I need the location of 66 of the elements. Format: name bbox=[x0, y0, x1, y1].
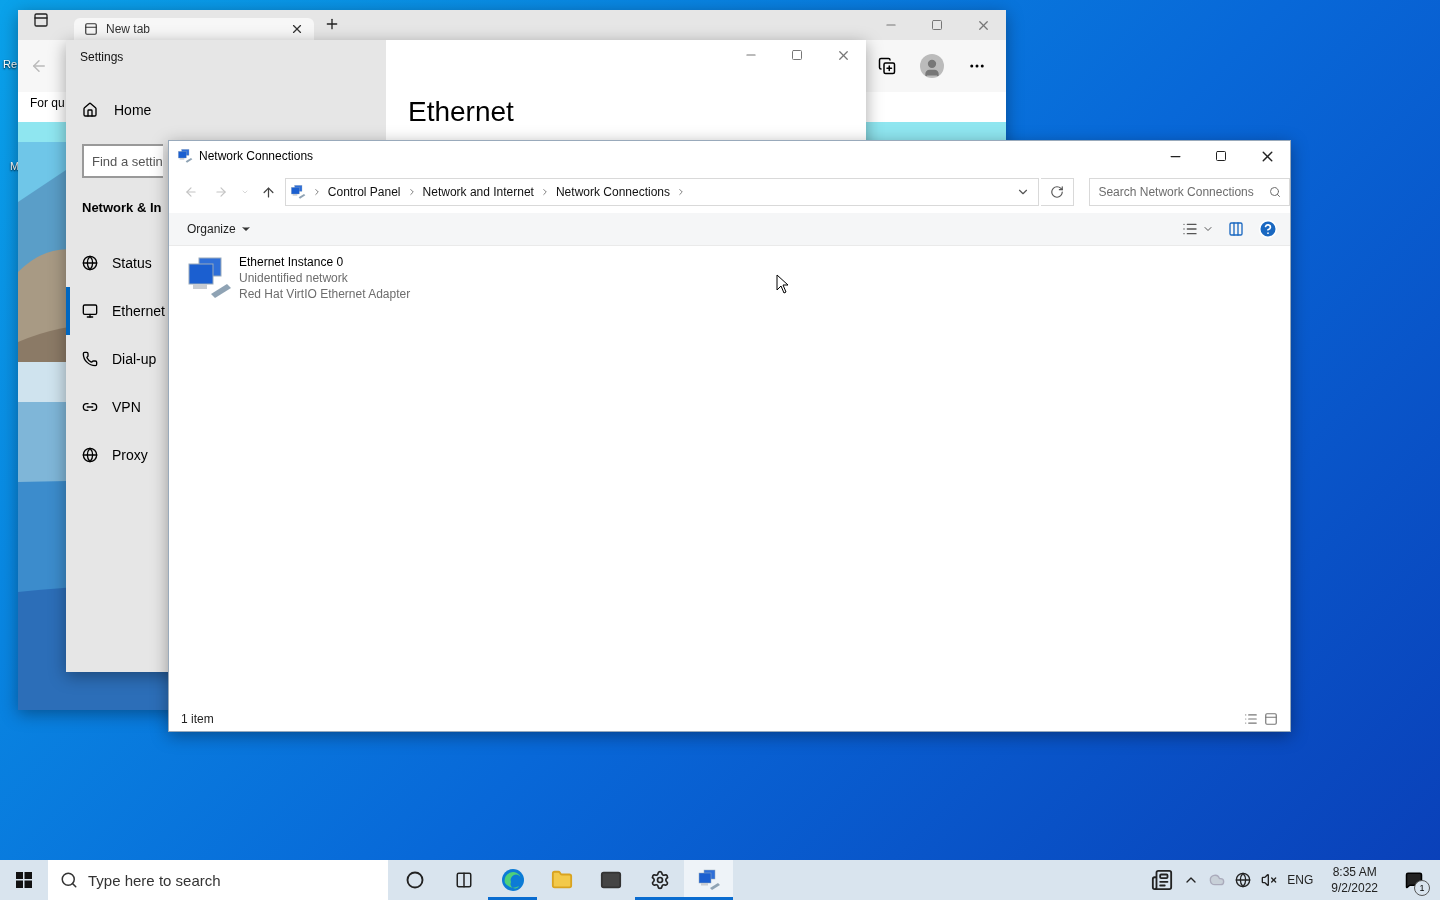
adapter-name: Red Hat VirtIO Ethernet Adapter bbox=[239, 286, 411, 302]
monitor-icon bbox=[82, 303, 98, 319]
breadcrumb-item[interactable]: Network and Internet bbox=[422, 185, 534, 199]
tab-title: New tab bbox=[106, 22, 151, 36]
globe-icon[interactable] bbox=[1235, 872, 1252, 888]
chevron-icon[interactable] bbox=[676, 187, 686, 197]
tiles-view-icon[interactable] bbox=[1264, 712, 1278, 726]
search-icon bbox=[1269, 186, 1282, 198]
globe-icon bbox=[82, 255, 98, 271]
preview-pane-icon[interactable] bbox=[1228, 221, 1244, 237]
window-title: Network Connections bbox=[199, 149, 314, 163]
desktop-icon-label: Re bbox=[3, 58, 18, 70]
home-icon bbox=[82, 102, 98, 118]
task-view-icon bbox=[454, 871, 473, 889]
page-icon bbox=[84, 22, 98, 36]
collections-icon[interactable] bbox=[878, 57, 896, 75]
news-icon[interactable] bbox=[1151, 869, 1174, 891]
nav-item[interactable]: Ethernet bbox=[66, 287, 165, 335]
search-icon bbox=[60, 871, 78, 889]
section-heading: Network & In bbox=[82, 200, 162, 215]
window-title: Settings bbox=[79, 49, 125, 66]
connection-name[interactable]: Ethernet Instance 0 bbox=[239, 254, 411, 270]
language-indicator[interactable]: ENG bbox=[1287, 873, 1314, 887]
search-field[interactable]: Type here to search bbox=[48, 860, 388, 900]
mouse-pointer-icon bbox=[776, 274, 790, 294]
nav-item[interactable]: Status bbox=[66, 239, 152, 287]
view-options-icon[interactable] bbox=[1182, 221, 1198, 237]
network-window-icon bbox=[696, 868, 721, 892]
clock[interactable]: 8:35 AM 9/2/2022 bbox=[1323, 864, 1386, 896]
nav-item[interactable]: VPN bbox=[66, 383, 141, 431]
phone-icon bbox=[82, 351, 98, 367]
globe-icon bbox=[82, 447, 98, 463]
circle-icon bbox=[405, 871, 424, 889]
network-folder-icon bbox=[289, 184, 306, 200]
address-bar[interactable]: Control Panel Network and Internet Network Connections bbox=[284, 178, 1040, 206]
details-view-icon[interactable] bbox=[1244, 712, 1258, 726]
new-tab-icon[interactable] bbox=[324, 16, 340, 32]
breadcrumb-item[interactable]: Network Connections bbox=[555, 185, 670, 199]
desktop-icon-label: M bbox=[10, 160, 20, 172]
page-heading: Ethernet bbox=[408, 96, 514, 128]
search-field[interactable]: Find a settin bbox=[82, 144, 163, 178]
status-text: 1 item bbox=[181, 712, 214, 726]
network-window-icon bbox=[177, 148, 193, 164]
browser-logo-icon bbox=[500, 868, 525, 892]
browser-tab[interactable]: New tab bbox=[74, 18, 314, 40]
refresh-icon bbox=[1050, 185, 1065, 199]
breadcrumb-item[interactable]: Control Panel bbox=[327, 185, 401, 199]
settings-icon bbox=[649, 870, 670, 890]
help-icon[interactable] bbox=[1258, 219, 1278, 239]
close-icon[interactable] bbox=[290, 22, 304, 36]
folder-icon bbox=[550, 869, 573, 891]
volume-muted-icon[interactable] bbox=[1261, 872, 1278, 888]
nav-item[interactable]: Dial-up bbox=[66, 335, 157, 383]
nav-item[interactable]: Proxy bbox=[66, 431, 148, 479]
connection-status: Unidentified network bbox=[239, 270, 349, 286]
windows-logo-icon bbox=[16, 872, 32, 888]
tab-actions-icon[interactable] bbox=[33, 12, 49, 28]
refresh-button[interactable] bbox=[1041, 178, 1075, 206]
up-icon[interactable] bbox=[261, 184, 277, 200]
nav-item[interactable]: Home bbox=[66, 94, 386, 126]
profile-avatar[interactable] bbox=[920, 54, 944, 78]
page-text: For qu bbox=[30, 96, 65, 110]
organize-menu[interactable]: Organize bbox=[187, 222, 252, 236]
search-field[interactable]: Search Network Connections bbox=[1089, 178, 1290, 206]
maximize-icon[interactable] bbox=[1215, 150, 1227, 162]
notification-button[interactable]: 1 bbox=[1396, 862, 1432, 898]
